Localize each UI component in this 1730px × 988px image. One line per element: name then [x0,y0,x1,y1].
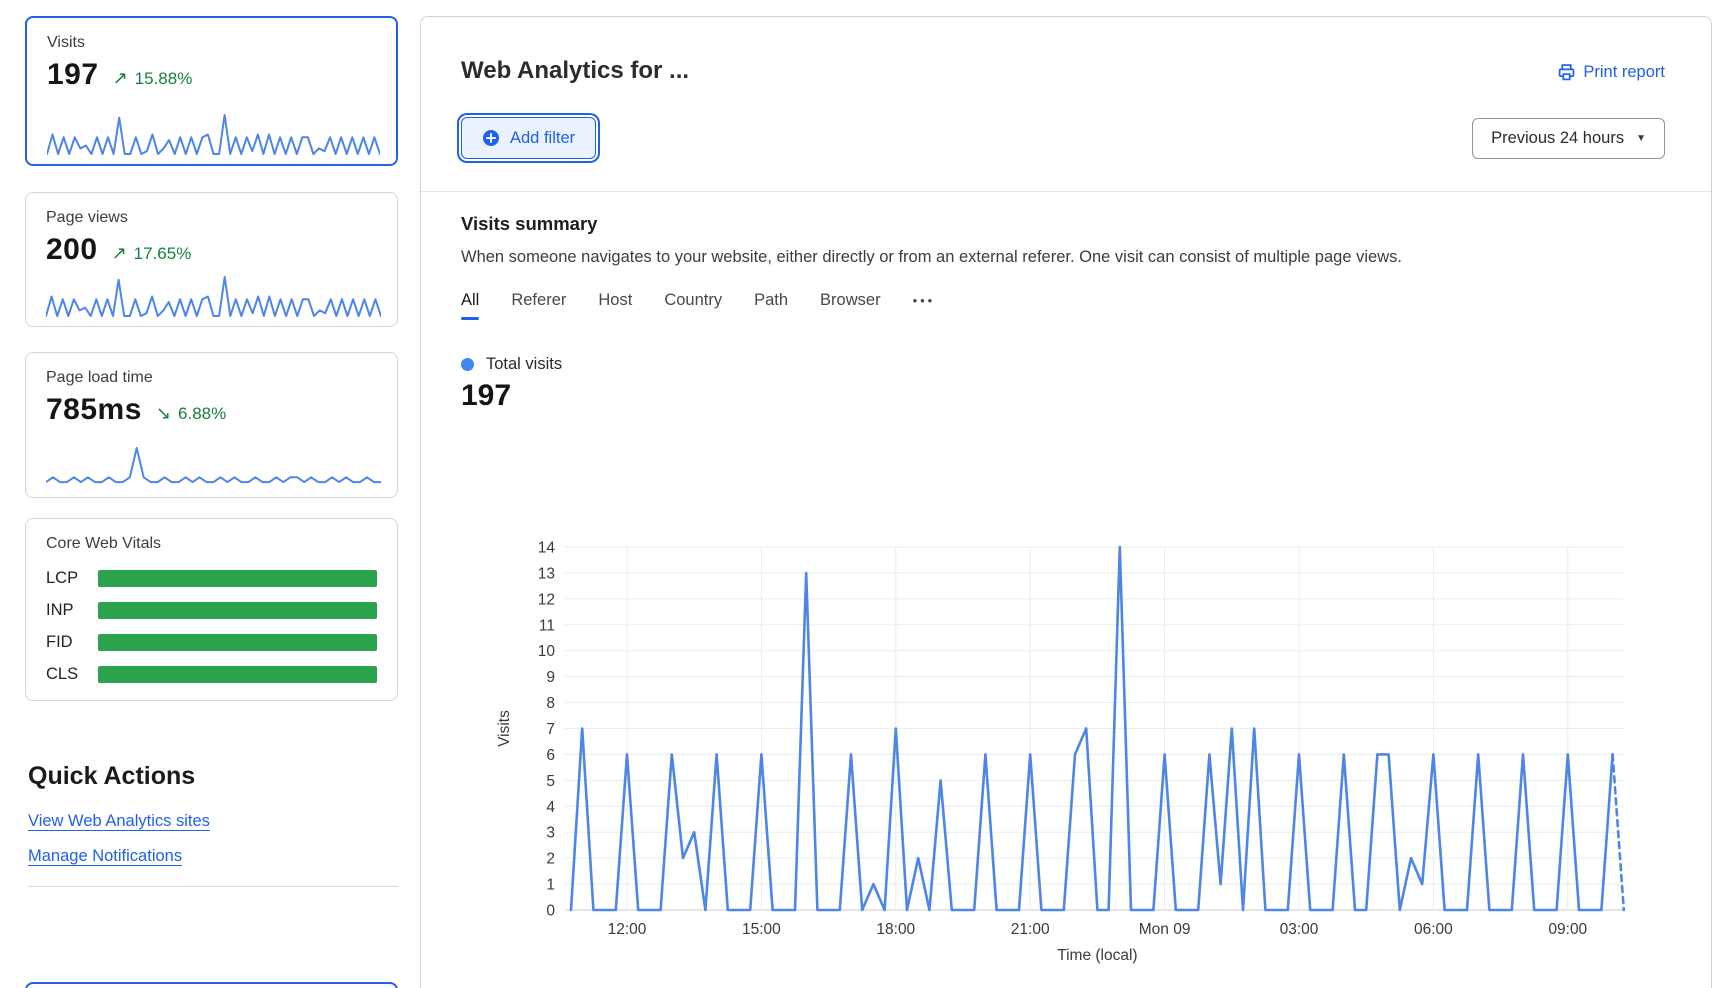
tabs-overflow-button[interactable]: ••• [913,293,936,318]
svg-text:3: 3 [546,825,555,842]
trend-up-icon: ↗ [113,68,128,89]
visits-sparkline [47,112,380,156]
svg-text:Visits: Visits [496,710,513,747]
page-load-time-delta: ↘ 6.88% [156,403,226,424]
svg-text:09:00: 09:00 [1548,921,1587,938]
time-range-dropdown[interactable]: Previous 24 hours ▼ [1472,118,1665,159]
page-load-time-metric-card[interactable]: Page load time 785ms ↘ 6.88% [25,352,398,498]
lcp-score-bar [98,570,377,587]
page-views-value: 200 [46,233,98,267]
vital-row-inp: INP [46,601,377,620]
fid-label: FID [46,633,98,652]
vital-row-fid: FID [46,633,377,652]
svg-text:1: 1 [546,877,555,894]
add-filter-button[interactable]: Add filter [461,117,596,159]
web-analytics-panel: Web Analytics for ... Print report Add f… [420,16,1712,988]
visits-line-chart-svg: 0123456789101112131412:0015:0018:0021:00… [431,472,1701,972]
svg-text:Mon 09: Mon 09 [1139,921,1191,938]
page-load-time-delta-value: 6.88% [178,404,226,424]
chevron-down-icon: ▼ [1636,133,1646,144]
svg-text:21:00: 21:00 [1011,921,1050,938]
svg-text:5: 5 [546,773,555,790]
page-title: Web Analytics for ... [461,57,689,85]
svg-text:13: 13 [538,565,555,582]
svg-text:14: 14 [538,540,556,557]
visits-summary-heading: Visits summary [461,213,597,235]
total-visits-count: 197 [461,379,511,413]
page-views-card-title: Page views [46,209,377,227]
visits-value: 197 [47,58,99,92]
svg-text:4: 4 [546,799,555,816]
add-filter-label: Add filter [510,129,575,148]
tab-path[interactable]: Path [754,291,788,320]
quick-actions-heading: Quick Actions [28,762,195,791]
page-load-time-value: 785ms [46,393,142,427]
page-views-delta-value: 17.65% [134,244,192,264]
next-card-top-edge [25,982,398,988]
tab-referer[interactable]: Referer [511,291,566,320]
page-load-time-card-title: Page load time [46,369,377,387]
svg-text:03:00: 03:00 [1280,921,1319,938]
visits-line-chart: 0123456789101112131412:0015:0018:0021:00… [431,472,1701,972]
svg-text:15:00: 15:00 [742,921,781,938]
svg-text:9: 9 [546,669,555,686]
total-visits-legend-dot-icon [461,358,474,371]
header-divider [421,191,1711,192]
inp-label: INP [46,601,98,620]
svg-text:12:00: 12:00 [608,921,647,938]
svg-text:2: 2 [546,851,555,868]
svg-text:Time (local): Time (local) [1057,947,1137,964]
lcp-label: LCP [46,569,98,588]
tab-browser[interactable]: Browser [820,291,881,320]
svg-text:7: 7 [546,721,555,738]
tab-host[interactable]: Host [598,291,632,320]
cls-label: CLS [46,665,98,684]
manage-notifications-link[interactable]: Manage Notifications [28,847,182,866]
print-report-label: Print report [1583,63,1665,82]
core-web-vitals-title: Core Web Vitals [46,535,377,553]
tab-all[interactable]: All [461,291,479,320]
page-views-metric-card[interactable]: Page views 200 ↗ 17.65% [25,192,398,327]
printer-icon [1558,64,1575,81]
visits-delta: ↗ 15.88% [113,68,193,89]
vital-row-lcp: LCP [46,569,377,588]
trend-down-icon: ↘ [156,403,171,424]
visits-delta-value: 15.88% [135,69,193,89]
visits-metric-card[interactable]: Visits 197 ↗ 15.88% [25,16,398,166]
view-web-analytics-sites-link[interactable]: View Web Analytics sites [28,812,210,831]
chart-legend: Total visits [461,355,562,374]
trend-up-icon: ↗ [112,243,127,264]
sidebar-divider [28,886,398,887]
total-visits-legend-label: Total visits [486,355,562,374]
svg-text:10: 10 [538,643,556,660]
svg-text:18:00: 18:00 [876,921,915,938]
svg-text:11: 11 [539,617,555,634]
svg-text:12: 12 [538,591,555,608]
tab-country[interactable]: Country [664,291,722,320]
cls-score-bar [98,666,377,683]
print-report-link[interactable]: Print report [1558,63,1665,82]
svg-text:8: 8 [546,695,555,712]
svg-text:06:00: 06:00 [1414,921,1453,938]
plus-circle-icon [482,129,500,147]
core-web-vitals-card: Core Web Vitals LCP INP FID CLS [25,518,398,701]
svg-text:0: 0 [546,903,555,920]
vital-row-cls: CLS [46,665,377,684]
page-views-sparkline [46,274,381,318]
page-load-time-sparkline [46,445,381,489]
dimension-tabs: All Referer Host Country Path Browser ••… [461,291,935,320]
svg-text:6: 6 [546,747,555,764]
time-range-value: Previous 24 hours [1491,129,1624,148]
inp-score-bar [98,602,377,619]
visits-summary-description: When someone navigates to your website, … [461,248,1402,267]
fid-score-bar [98,634,377,651]
visits-card-title: Visits [47,34,376,52]
page-views-delta: ↗ 17.65% [112,243,192,264]
